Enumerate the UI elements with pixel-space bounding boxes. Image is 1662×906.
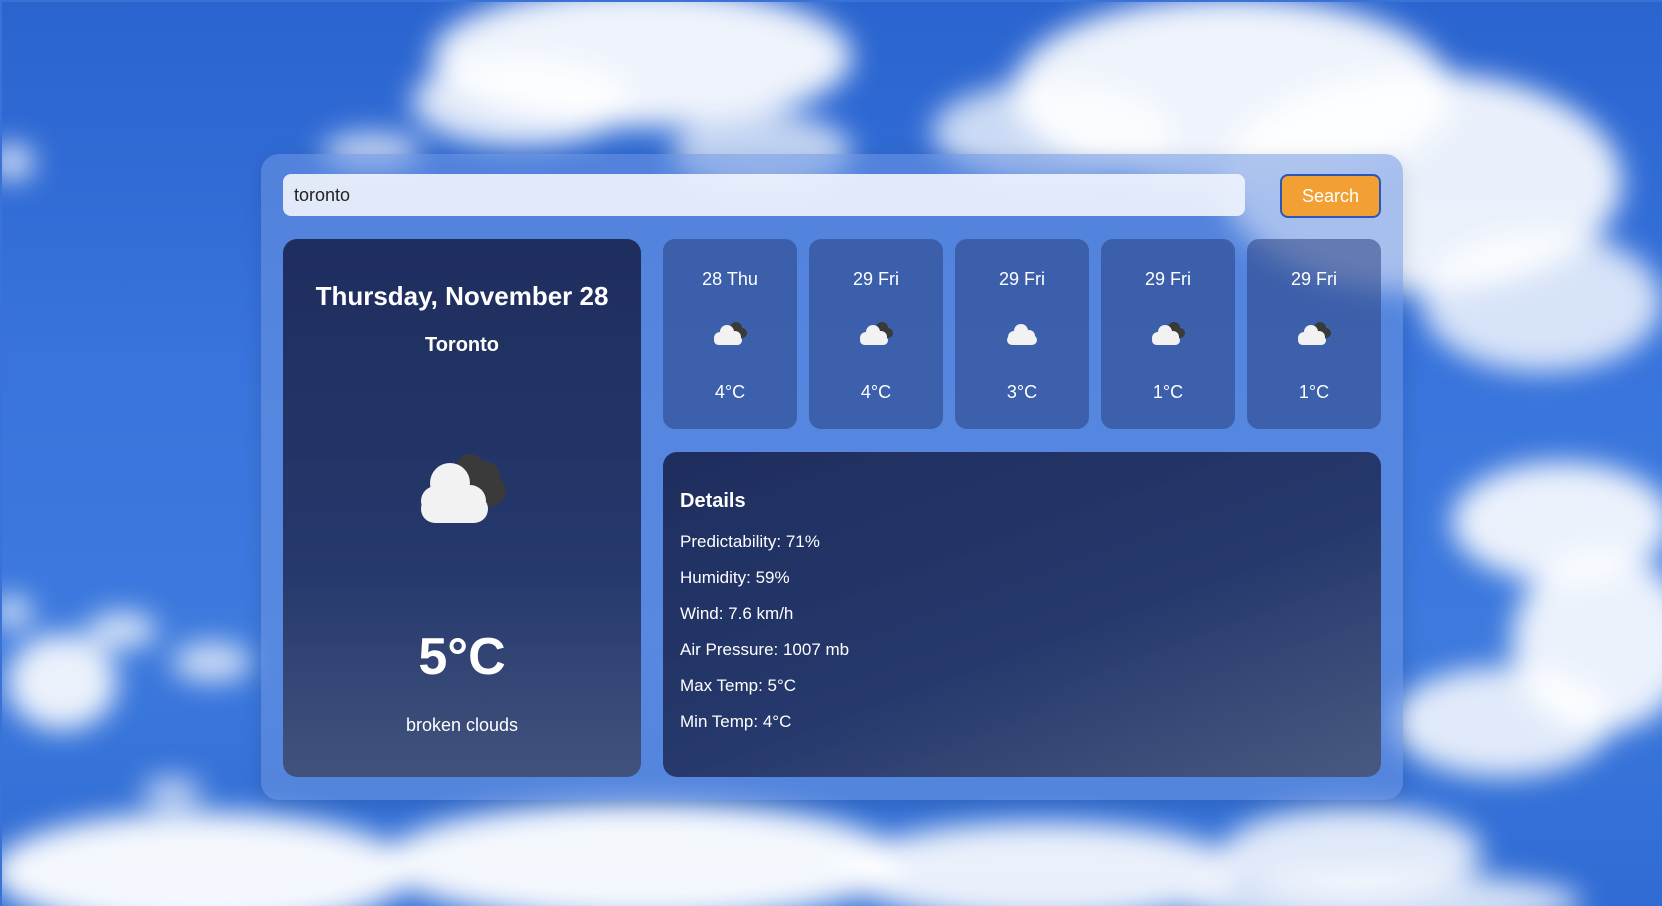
forecast-card: 29 Fri 1°C — [1247, 239, 1381, 429]
forecast-day: 28 Thu — [702, 269, 758, 289]
broken-clouds-icon — [1150, 319, 1186, 352]
broken-clouds-icon — [1296, 319, 1332, 352]
forecast-temperature: 4°C — [714, 382, 746, 402]
search-button[interactable]: Search — [1280, 174, 1381, 218]
forecast-temperature: 4°C — [860, 382, 892, 402]
broken-clouds-icon — [712, 319, 748, 352]
detail-humidity: Humidity: 59% — [680, 568, 790, 587]
details-title: Details — [680, 490, 746, 512]
forecast-day: 29 Fri — [1290, 269, 1337, 289]
detail-air-pressure: Air Pressure: 1007 mb — [680, 640, 850, 659]
details-card: Details Predictability: 71% Humidity: 59… — [663, 452, 1381, 777]
forecast-card: 28 Thu 4°C — [663, 239, 797, 429]
weather-app-panel: Search Thursday, November 28 Toronto — [261, 154, 1403, 800]
forecast-card: 29 Fri 4°C — [809, 239, 943, 429]
forecast-temperature: 3°C — [1006, 382, 1038, 402]
current-date: Thursday, November 28 — [315, 281, 609, 311]
current-city: Toronto — [424, 334, 500, 356]
broken-clouds-icon — [414, 435, 510, 536]
forecast-card: 29 Fri 1°C — [1101, 239, 1235, 429]
forecast-day: 29 Fri — [852, 269, 899, 289]
detail-min-temp: Min Temp: 4°C — [680, 712, 792, 731]
forecast-temperature: 1°C — [1152, 382, 1184, 402]
detail-max-temp: Max Temp: 5°C — [680, 676, 797, 695]
forecast-day: 29 Fri — [1144, 269, 1191, 289]
forecast-day: 29 Fri — [998, 269, 1045, 289]
search-input[interactable] — [283, 174, 1245, 216]
detail-wind: Wind: 7.6 km/h — [680, 604, 794, 623]
forecast-temperature: 1°C — [1298, 382, 1330, 402]
forecast-card: 29 Fri 3°C — [955, 239, 1089, 429]
current-temperature: 5°C — [418, 628, 506, 686]
broken-clouds-icon — [858, 319, 894, 352]
detail-predictability: Predictability: 71% — [680, 532, 820, 551]
current-weather-card: Thursday, November 28 Toronto 5°C broken — [283, 239, 641, 777]
current-description: broken clouds — [405, 715, 519, 735]
cloud-icon — [1004, 319, 1040, 352]
